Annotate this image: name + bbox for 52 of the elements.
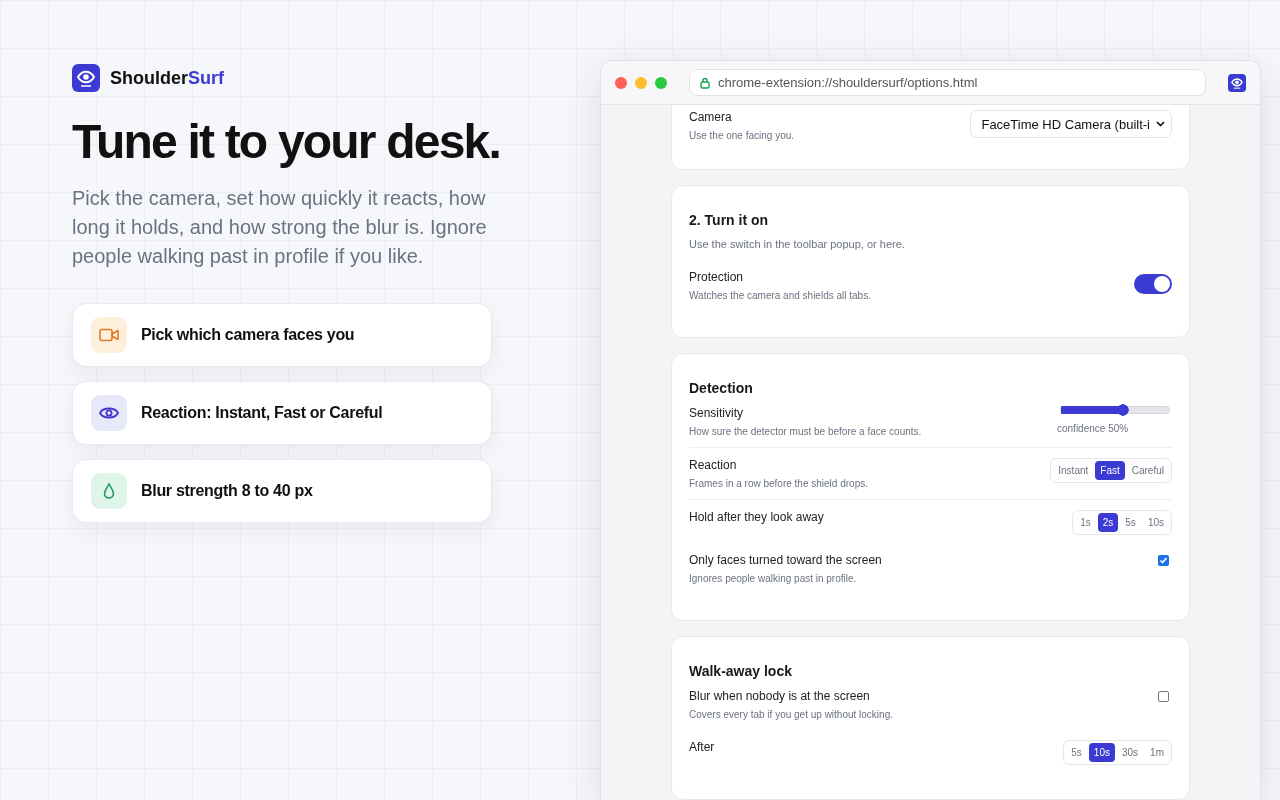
setting-label: Camera bbox=[689, 110, 733, 124]
segment-option[interactable]: 10s bbox=[1142, 513, 1169, 532]
section-title: Walk-away lock bbox=[689, 663, 793, 679]
setting-description: Watches the camera and shields all tabs. bbox=[689, 290, 871, 301]
segment-option[interactable]: 2s bbox=[1097, 513, 1119, 532]
droplet-icon bbox=[103, 483, 115, 499]
checkbox[interactable] bbox=[1158, 691, 1169, 702]
chevron-down-icon bbox=[1156, 121, 1165, 127]
extension-button[interactable] bbox=[1228, 73, 1246, 92]
setting-description: Use the one facing you. bbox=[689, 130, 795, 141]
setting-description: Frames in a row before the shield drops. bbox=[689, 478, 868, 489]
setting-label: Reaction bbox=[689, 458, 738, 472]
eye-logo-icon bbox=[1228, 73, 1246, 92]
headline: Tune it to your desk. bbox=[72, 114, 502, 170]
segment-option[interactable]: Instant bbox=[1053, 461, 1094, 480]
intro-text: Pick the camera, set how quickly it reacts, how long it holds, and how strong the blur is. Ignore people walking past in profile if you like. bbox=[72, 186, 488, 269]
segment-option[interactable]: Careful bbox=[1126, 461, 1169, 480]
segment-option[interactable]: 1m bbox=[1145, 743, 1169, 762]
section-title: 2. Turn it on bbox=[689, 212, 770, 228]
setting-description: Ignores people walking past in profile. bbox=[689, 573, 858, 584]
checkbox[interactable] bbox=[1158, 555, 1169, 566]
camera-dropdown[interactable]: FaceTime HD Camera (built-i bbox=[970, 110, 1172, 138]
segment-option[interactable]: 10s bbox=[1088, 743, 1115, 762]
section-description: Use the switch in the toolbar popup, or here. bbox=[689, 238, 906, 250]
feature-text: Blur strength 8 to 40 px bbox=[141, 482, 313, 500]
setting-label: After bbox=[689, 740, 715, 754]
feature-text: Reaction: Instant, Fast or Careful bbox=[141, 404, 383, 422]
video-camera-icon bbox=[99, 328, 119, 342]
setting-description: Covers every tab if you get up without locking. bbox=[689, 709, 893, 720]
eye-logo-icon bbox=[72, 64, 100, 92]
slider-fill[interactable] bbox=[1061, 404, 1130, 416]
setting-label: Protection bbox=[689, 270, 745, 284]
segment-option[interactable]: 30s bbox=[1116, 743, 1144, 762]
segment-option[interactable]: 5s bbox=[1066, 743, 1087, 762]
segment-option[interactable]: 1s bbox=[1075, 513, 1096, 532]
setting-label: Only faces turned toward the screen bbox=[689, 553, 882, 567]
address-bar[interactable]: chrome-extension://shouldersurf/options.html bbox=[689, 69, 1206, 96]
segment-option[interactable]: Fast bbox=[1095, 461, 1125, 480]
setting-description: How sure the detector must be before a face counts. bbox=[689, 426, 922, 437]
setting-label: Sensitivity bbox=[689, 406, 745, 420]
setting-label: Blur when nobody is at the screen bbox=[689, 689, 871, 703]
toggle-switch[interactable] bbox=[1134, 274, 1172, 294]
eye-icon bbox=[99, 406, 119, 420]
slider-track[interactable] bbox=[1060, 406, 1170, 414]
slider-reading: confidence 50% bbox=[1057, 423, 1129, 434]
section-title: Detection bbox=[689, 380, 754, 396]
segment-option[interactable]: 5s bbox=[1120, 513, 1141, 532]
lock-icon bbox=[700, 76, 710, 89]
brand-name: ShoulderSurf bbox=[110, 67, 224, 89]
feature-text: Pick which camera faces you bbox=[141, 326, 355, 344]
setting-label: Hold after they look away bbox=[689, 510, 824, 524]
close-button[interactable] bbox=[615, 76, 627, 89]
